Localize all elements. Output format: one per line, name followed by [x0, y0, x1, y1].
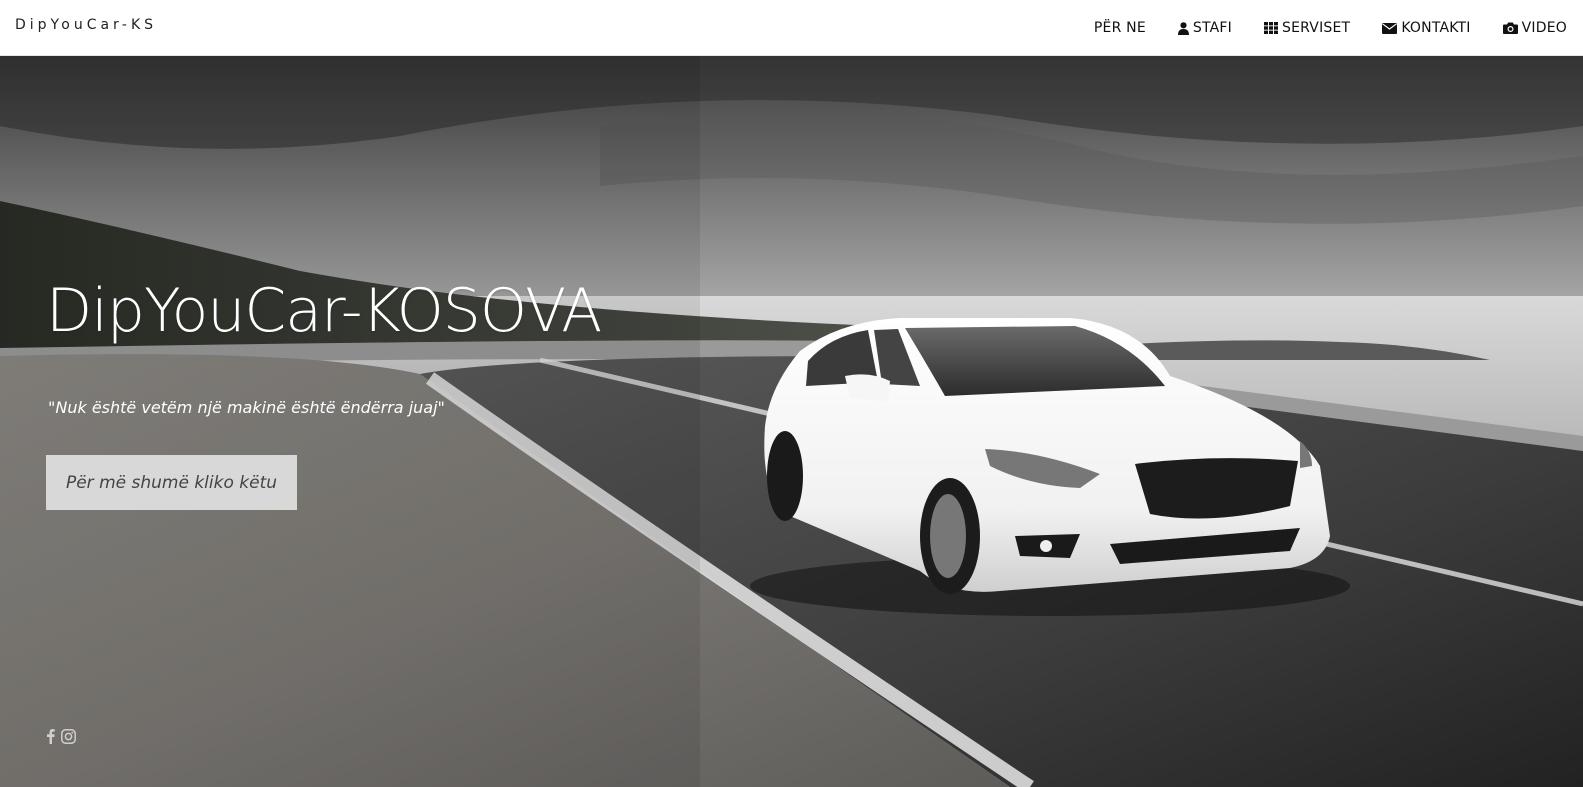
more-info-button[interactable]: Për më shumë kliko këtu: [46, 455, 297, 510]
nav-item-label: STAFI: [1192, 20, 1233, 36]
nav-item-video[interactable]: VIDEO: [1502, 20, 1567, 36]
facebook-icon[interactable]: [46, 728, 55, 749]
envelope-icon: [1382, 22, 1398, 34]
nav-item-label: KONTAKTI: [1401, 20, 1471, 36]
nav-item-label: SERVISET: [1282, 20, 1351, 36]
nav-item-kontakti[interactable]: KONTAKTI: [1382, 20, 1470, 36]
brand-logo[interactable]: DipYouCar-KS: [15, 17, 157, 33]
hero-section: DipYouCar-KOSOVA "Nuk është vetëm një ma…: [0, 56, 1583, 787]
nav-item-per-ne[interactable]: PËR NE: [1094, 20, 1146, 36]
hero-tagline: "Nuk është vetëm një makinë është ëndërr…: [48, 398, 445, 417]
navbar: DipYouCar-KS PËR NE STAFI SERVISET KONTA…: [0, 0, 1583, 56]
grid-icon: [1264, 22, 1279, 34]
nav-item-stafi[interactable]: STAFI: [1177, 20, 1233, 36]
instagram-icon[interactable]: [61, 728, 76, 749]
hero-background-image: [0, 56, 1583, 787]
nav-menu: PËR NE STAFI SERVISET KONTAKTI VIDEO: [1094, 0, 1567, 56]
nav-item-serviset[interactable]: SERVISET: [1264, 20, 1350, 36]
camera-icon: [1502, 22, 1518, 34]
nav-item-label: PËR NE: [1093, 20, 1146, 36]
nav-item-label: VIDEO: [1521, 20, 1567, 36]
user-icon: [1177, 21, 1189, 35]
social-links: [46, 728, 76, 749]
hero-title: DipYouCar-KOSOVA: [46, 276, 602, 346]
